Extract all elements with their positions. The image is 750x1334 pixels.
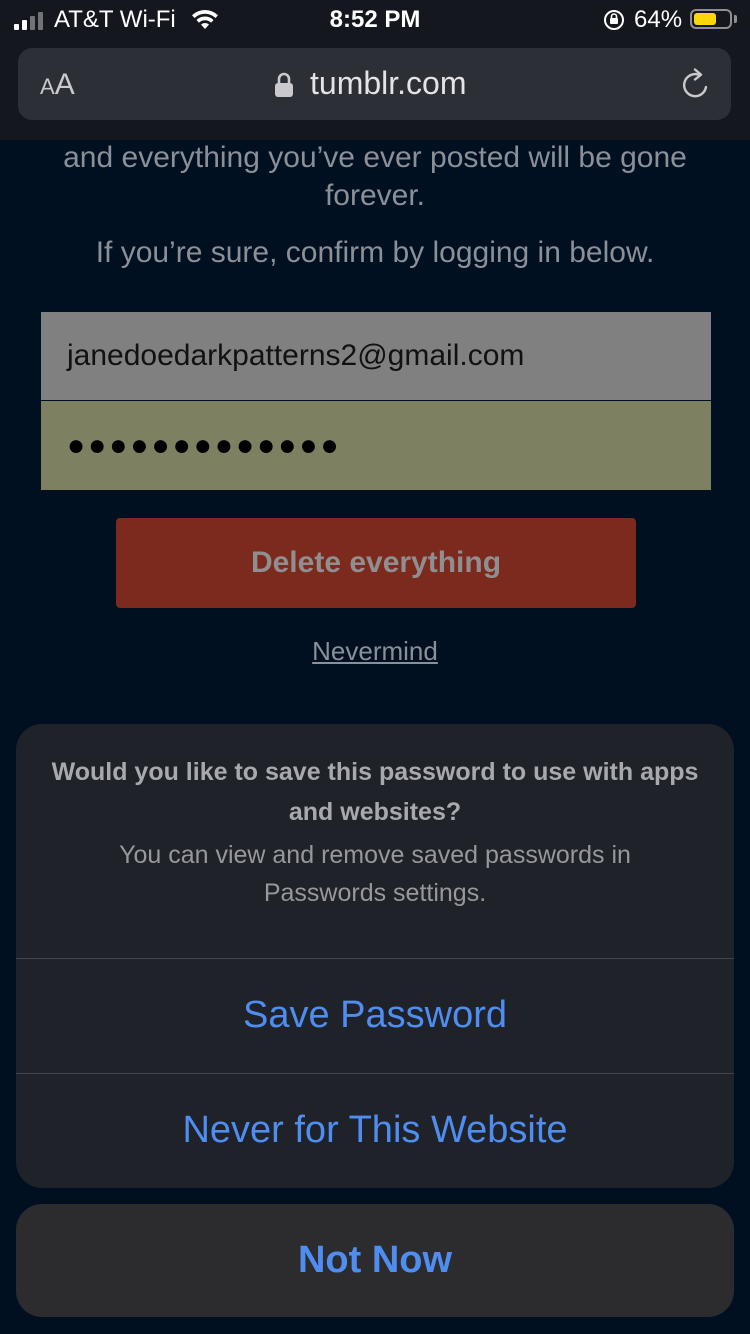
- confirm-text: If you’re sure, confirm by logging in be…: [95, 236, 655, 269]
- delete-everything-button[interactable]: Delete everything: [116, 518, 636, 608]
- save-password-sheet: Would you like to save this password to …: [16, 724, 734, 1188]
- battery-icon: [690, 9, 732, 29]
- battery-percent: 64%: [634, 6, 683, 33]
- browser-toolbar: AA tumblr.com: [0, 40, 750, 140]
- password-field[interactable]: ●●●●●●●●●●●●●: [41, 401, 711, 490]
- warning-text: and everything you’ve ever posted will b…: [63, 141, 687, 212]
- never-for-this-website-button[interactable]: Never for This Website: [16, 1073, 734, 1188]
- status-bar: AT&T Wi-Fi 8:52 PM 64%: [0, 0, 750, 40]
- lock-icon: [275, 72, 293, 97]
- email-field[interactable]: janedoedarkpatterns2@gmail.com: [41, 312, 711, 400]
- url-text: tumblr.com: [310, 65, 467, 101]
- address-bar[interactable]: AA tumblr.com: [18, 48, 731, 120]
- not-now-button[interactable]: Not Now: [16, 1204, 734, 1317]
- reader-options-button[interactable]: AA: [40, 68, 75, 102]
- orientation-lock-icon: [604, 10, 624, 30]
- sheet-message: You can view and remove saved passwords …: [119, 841, 631, 907]
- battery-cap: [734, 15, 737, 23]
- nevermind-link[interactable]: Nevermind: [312, 636, 438, 666]
- battery-level: [694, 13, 716, 25]
- save-password-button[interactable]: Save Password: [16, 958, 734, 1073]
- reload-icon[interactable]: [680, 68, 712, 102]
- sheet-title: Would you like to save this password to …: [51, 758, 699, 826]
- nevermind-link-container: Nevermind: [0, 636, 750, 667]
